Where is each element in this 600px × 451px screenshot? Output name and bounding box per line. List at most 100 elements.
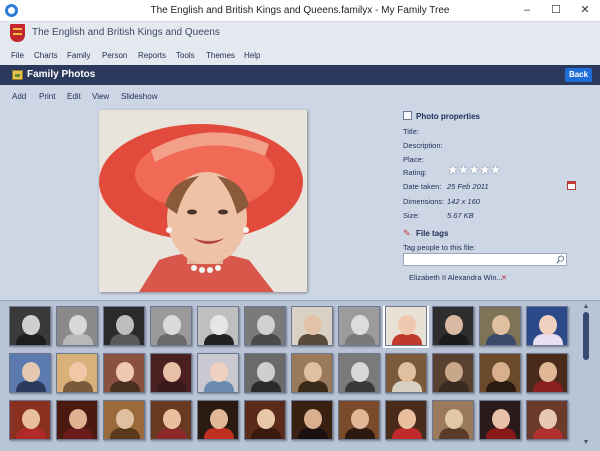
- photo-thumbnail[interactable]: [526, 400, 568, 440]
- star-icon[interactable]: ★: [479, 162, 491, 177]
- photo-thumbnail[interactable]: [56, 353, 98, 393]
- thumbnail-face: [210, 362, 228, 382]
- minimize-button[interactable]: –: [517, 2, 537, 18]
- portrait-image: [99, 110, 307, 292]
- star-icon[interactable]: ★: [468, 162, 480, 177]
- photo-thumbnail[interactable]: [338, 400, 380, 440]
- star-icon[interactable]: ★: [458, 162, 470, 177]
- photo-thumbnail[interactable]: [244, 400, 286, 440]
- photo-thumbnail[interactable]: [56, 400, 98, 440]
- photo-thumbnail[interactable]: [56, 306, 98, 346]
- photo-thumbnail[interactable]: [432, 306, 474, 346]
- remove-tag-icon[interactable]: ✕: [501, 273, 507, 282]
- star-icon[interactable]: ★: [490, 162, 502, 177]
- thumbnail-face: [22, 362, 40, 382]
- thumbnail-body: [439, 381, 469, 392]
- photo-thumbnail[interactable]: [244, 306, 286, 346]
- title-label: Title:: [403, 127, 419, 136]
- page-title: Family Photos: [27, 69, 96, 80]
- tag-prompt: Tag people to this file:: [403, 243, 476, 252]
- photo-thumbnail[interactable]: [291, 400, 333, 440]
- thumbnail-scrollbar[interactable]: ▲ ▼: [580, 302, 592, 448]
- photo-thumbnail[interactable]: [197, 400, 239, 440]
- photo-thumbnail[interactable]: [479, 306, 521, 346]
- photo-thumbnail[interactable]: [103, 306, 145, 346]
- app-header: The English and British Kings and Queens: [0, 22, 600, 44]
- toolbar-edit[interactable]: Edit: [67, 92, 81, 101]
- size-value: 5.67 KB: [447, 211, 474, 220]
- rating-stars[interactable]: ★★★★★: [447, 162, 502, 177]
- scroll-up-icon[interactable]: ▲: [580, 302, 592, 312]
- thumbnail-face: [492, 315, 510, 335]
- thumbnail-face: [257, 409, 275, 429]
- tag-item[interactable]: Elizabeth II Alexandra Win...: [409, 273, 503, 282]
- toolbar-add[interactable]: Add: [12, 92, 26, 101]
- toolbar-slideshow[interactable]: Slideshow: [121, 92, 157, 101]
- photo-thumbnail[interactable]: [338, 353, 380, 393]
- photo-thumbnail[interactable]: [291, 353, 333, 393]
- thumbnail-body: [439, 334, 469, 345]
- star-icon[interactable]: ★: [447, 162, 459, 177]
- tag-icon: ✎: [403, 228, 411, 238]
- photo-thumbnail[interactable]: [338, 306, 380, 346]
- thumbnail-body: [16, 428, 46, 439]
- photo-thumbnail[interactable]: [103, 400, 145, 440]
- photo-thumbnail[interactable]: [432, 400, 474, 440]
- photo-thumbnail[interactable]: [291, 306, 333, 346]
- photo-thumbnail[interactable]: [197, 306, 239, 346]
- photo-thumbnail[interactable]: [244, 353, 286, 393]
- thumbnail-face: [398, 315, 416, 335]
- menu-tools[interactable]: Tools: [176, 51, 195, 60]
- search-icon[interactable]: [556, 255, 565, 264]
- thumbnail-body: [204, 428, 234, 439]
- photo-thumbnail[interactable]: [9, 400, 51, 440]
- thumbnail-face: [304, 315, 322, 335]
- photo-thumbnail[interactable]: [479, 353, 521, 393]
- toolbar-print[interactable]: Print: [39, 92, 55, 101]
- photo-thumbnail[interactable]: [432, 353, 474, 393]
- photo-thumbnail[interactable]: [150, 400, 192, 440]
- thumbnail-body: [157, 334, 187, 345]
- photo-thumbnail[interactable]: [9, 306, 51, 346]
- back-button[interactable]: Back: [565, 68, 592, 82]
- menu-help[interactable]: Help: [244, 51, 260, 60]
- menu-file[interactable]: File: [11, 51, 24, 60]
- thumbnail-body: [204, 334, 234, 345]
- scroll-down-icon[interactable]: ▼: [580, 438, 592, 448]
- photo-thumbnail[interactable]: [383, 306, 429, 348]
- thumbnail-body: [251, 428, 281, 439]
- thumbnail-body: [298, 381, 328, 392]
- thumbnail-body: [157, 381, 187, 392]
- menu-themes[interactable]: Themes: [206, 51, 235, 60]
- thumbnail-grid: [9, 306, 573, 449]
- thumbnail-face: [492, 362, 510, 382]
- thumbnail-body: [204, 381, 234, 392]
- thumbnail-face: [445, 409, 463, 429]
- photo-thumbnail[interactable]: [197, 353, 239, 393]
- photo-thumbnail[interactable]: [385, 400, 427, 440]
- maximize-button[interactable]: ☐: [546, 2, 566, 18]
- menu-charts[interactable]: Charts: [34, 51, 58, 60]
- thumbnail-body: [63, 334, 93, 345]
- selected-photo[interactable]: [99, 110, 307, 292]
- photo-thumbnail[interactable]: [150, 353, 192, 393]
- photo-thumbnail[interactable]: [479, 400, 521, 440]
- thumbnail-face: [304, 409, 322, 429]
- photo-thumbnail[interactable]: [9, 353, 51, 393]
- close-button[interactable]: ✕: [575, 2, 595, 18]
- thumbnail-face: [257, 362, 275, 382]
- toolbar-view[interactable]: View: [92, 92, 109, 101]
- scroll-thumb[interactable]: [583, 312, 589, 360]
- photo-thumbnail[interactable]: [150, 306, 192, 346]
- tag-people-input[interactable]: [403, 253, 567, 266]
- photo-thumbnail[interactable]: [526, 353, 568, 393]
- photo-thumbnail[interactable]: [103, 353, 145, 393]
- menu-reports[interactable]: Reports: [138, 51, 166, 60]
- photo-thumbnail[interactable]: [385, 353, 427, 393]
- calendar-icon[interactable]: [567, 181, 576, 190]
- menu-family[interactable]: Family: [67, 51, 91, 60]
- menu-person[interactable]: Person: [102, 51, 127, 60]
- photo-thumbnail[interactable]: [526, 306, 568, 346]
- size-label: Size:: [403, 211, 420, 220]
- thumbnail-face: [69, 362, 87, 382]
